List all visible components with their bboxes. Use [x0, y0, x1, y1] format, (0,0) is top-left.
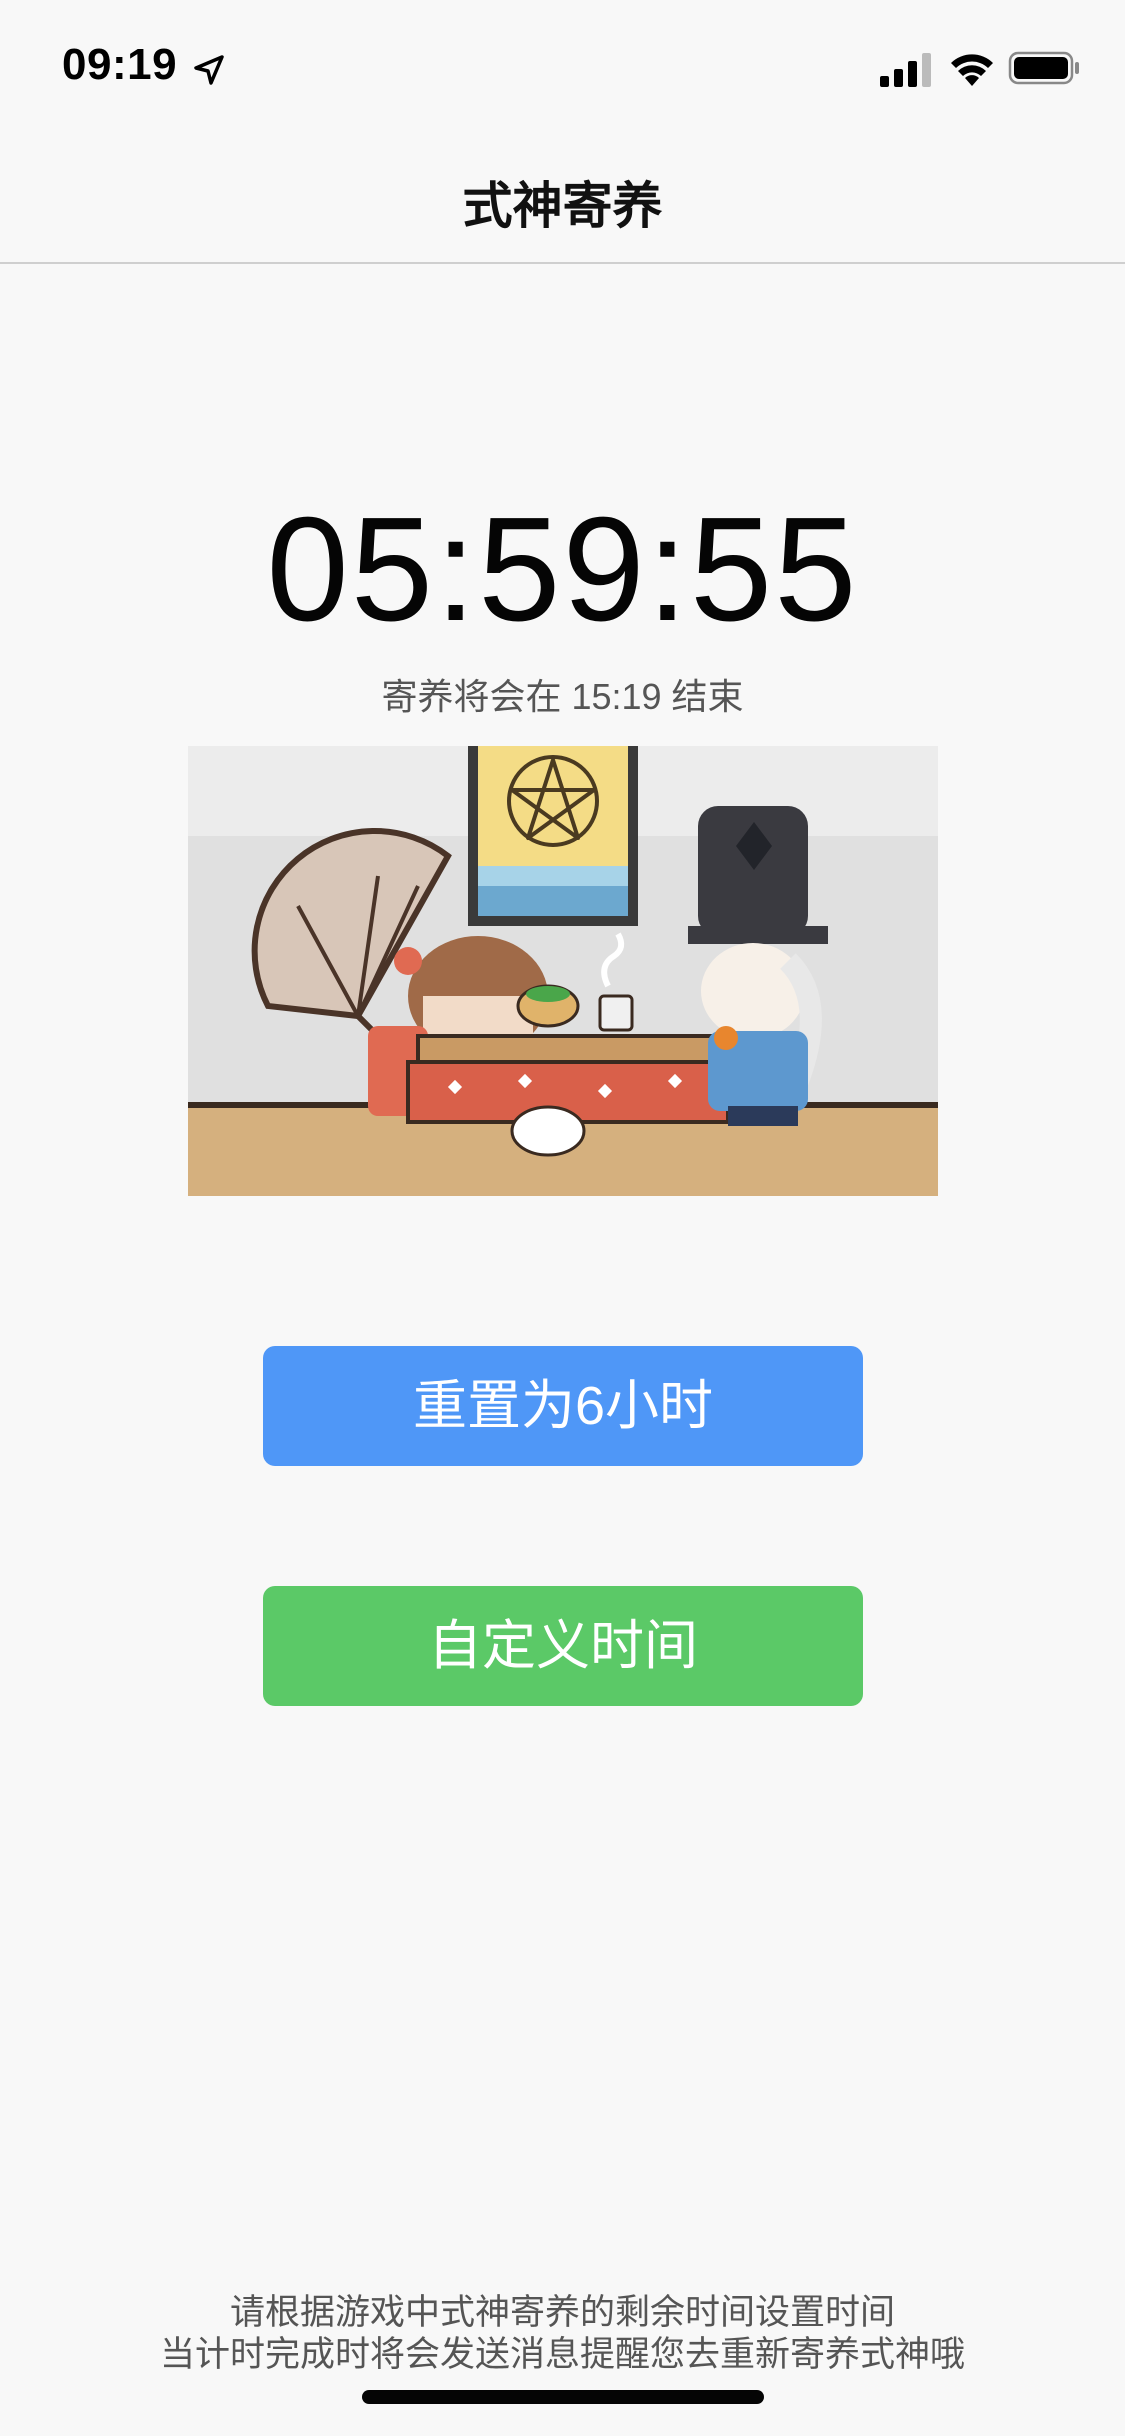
shikigami-kotatsu-illustration [188, 746, 938, 1196]
wifi-icon [951, 54, 993, 86]
status-time: 09:19 [62, 40, 178, 89]
custom-time-button[interactable]: 自定义时间 [263, 1586, 863, 1706]
cellular-signal-icon [880, 53, 931, 87]
footer-hint-line2: 当计时完成时将会发送消息提醒您去重新寄养式神哦 [159, 2335, 965, 2374]
end-time-label: 寄养将会在 15:19 结束 [381, 676, 744, 717]
footer-hint: 请根据游戏中式神寄养的剩余时间设置时间 当计时完成时将会发送消息提醒您去重新寄养… [0, 2292, 1125, 2376]
location-arrow-icon [194, 55, 224, 85]
home-indicator[interactable] [362, 2390, 764, 2404]
reset-6h-button[interactable]: 重置为6小时 [263, 1346, 863, 1466]
footer-hint-line1: 请根据游戏中式神寄养的剩余时间设置时间 [229, 2293, 895, 2332]
page-title: 式神寄养 [462, 178, 663, 234]
battery-icon [1008, 51, 1079, 85]
status-bar: 09:19 [0, 0, 1125, 132]
navigation-bar: 式神寄养 [0, 132, 1125, 264]
countdown-timer: 05:59:55 [266, 487, 859, 652]
